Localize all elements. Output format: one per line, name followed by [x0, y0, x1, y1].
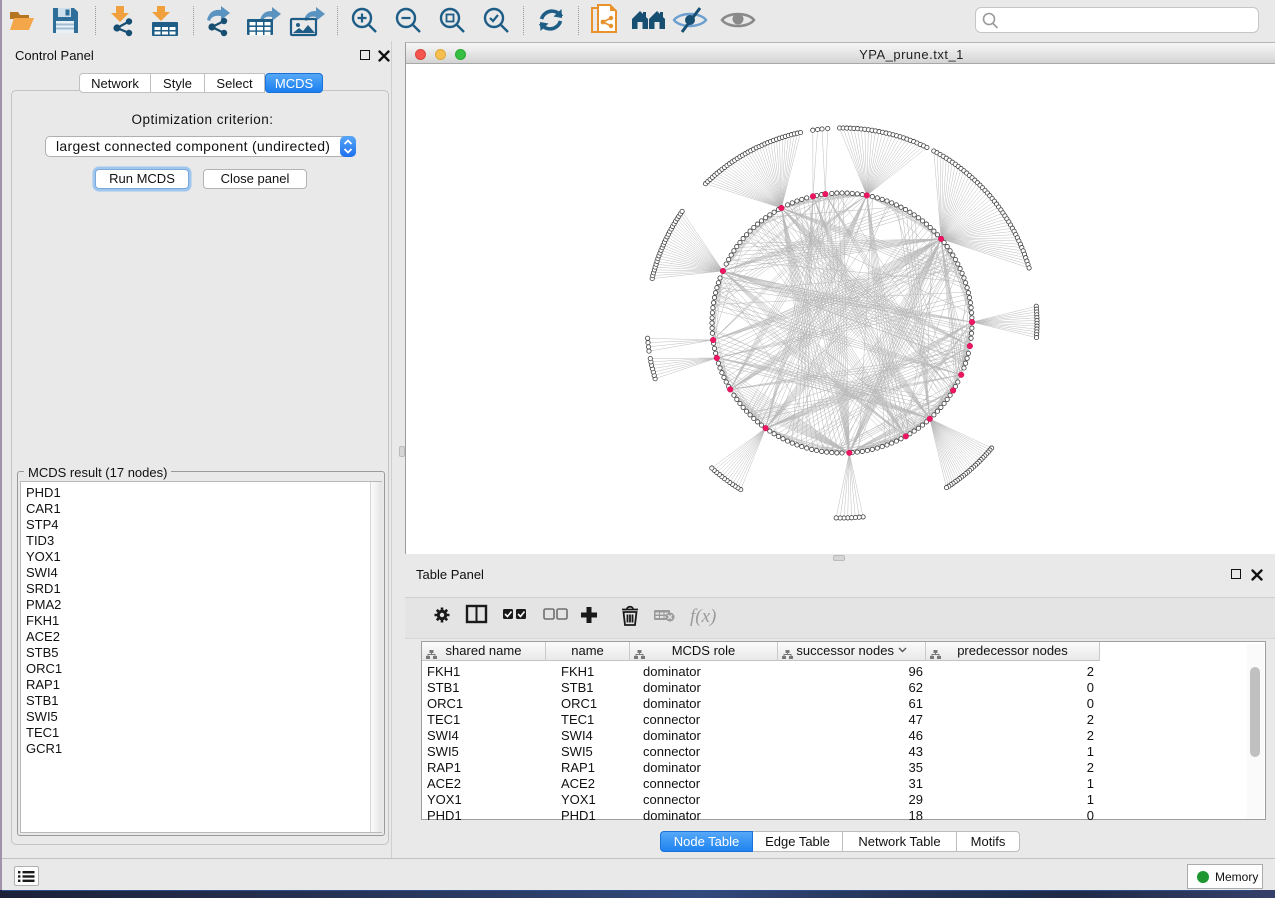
svg-text:f(x): f(x) [690, 606, 716, 627]
